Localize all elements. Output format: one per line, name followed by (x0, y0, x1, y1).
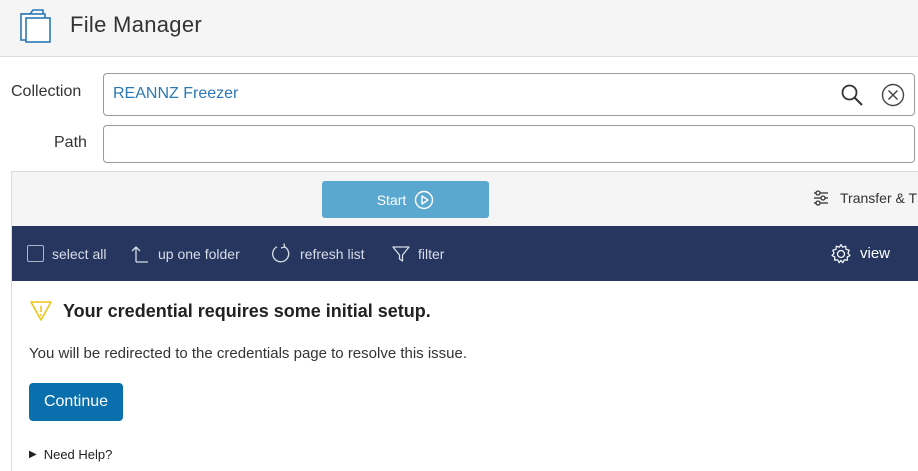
need-help-label: Need Help? (43, 447, 113, 462)
play-icon (415, 190, 434, 209)
path-label: Path (54, 134, 87, 151)
close-icon[interactable] (881, 83, 905, 107)
view-button[interactable]: view (830, 226, 890, 281)
file-panel: Start Transfer & T select all up one fol… (11, 171, 918, 471)
filter-label: filter (418, 245, 445, 262)
notice-title: Your credential requires some initial se… (63, 300, 431, 321)
up-arrow-icon (131, 245, 148, 263)
transfer-options-label: Transfer & T (840, 190, 918, 206)
transfer-options-button[interactable]: Transfer & T (812, 189, 917, 207)
filter-button[interactable]: filter (392, 226, 444, 281)
notice-header: Your credential requires some initial se… (29, 300, 431, 322)
continue-button[interactable]: Continue (29, 383, 123, 421)
refresh-icon (272, 242, 290, 262)
file-toolbar: select all up one folder refresh list fi… (12, 226, 918, 281)
start-label: Start (376, 191, 407, 208)
collection-label: Collection (11, 83, 82, 100)
collection-field[interactable]: REANNZ Freezer (103, 73, 915, 116)
select-all-label: select all (52, 245, 107, 262)
refresh-list-label: refresh list (300, 245, 365, 262)
start-button[interactable]: Start (322, 181, 489, 218)
up-one-folder-label: up one folder (158, 245, 240, 262)
folder-icon (20, 9, 51, 43)
need-help-toggle[interactable]: ▶ Need Help? (29, 447, 112, 462)
select-all-checkbox[interactable] (27, 245, 44, 262)
warning-icon (30, 301, 52, 321)
caret-right-icon: ▶ (29, 449, 37, 460)
filter-icon (392, 245, 410, 262)
credential-notice: Your credential requires some initial se… (12, 281, 918, 471)
select-all-button[interactable]: select all (27, 226, 106, 281)
path-input[interactable] (103, 125, 915, 163)
page-title: File Manager (70, 12, 202, 37)
notice-message: You will be redirected to the credential… (29, 345, 468, 362)
app-header: File Manager (0, 0, 918, 57)
up-one-folder-button[interactable]: up one folder (130, 226, 240, 281)
refresh-list-button[interactable]: refresh list (270, 226, 365, 281)
search-icon[interactable] (840, 83, 864, 107)
collection-value: REANNZ Freezer (113, 85, 239, 102)
gear-icon (831, 243, 851, 263)
sliders-icon (814, 190, 828, 206)
action-bar: Start Transfer & T (12, 171, 918, 226)
view-label: view (860, 245, 891, 262)
